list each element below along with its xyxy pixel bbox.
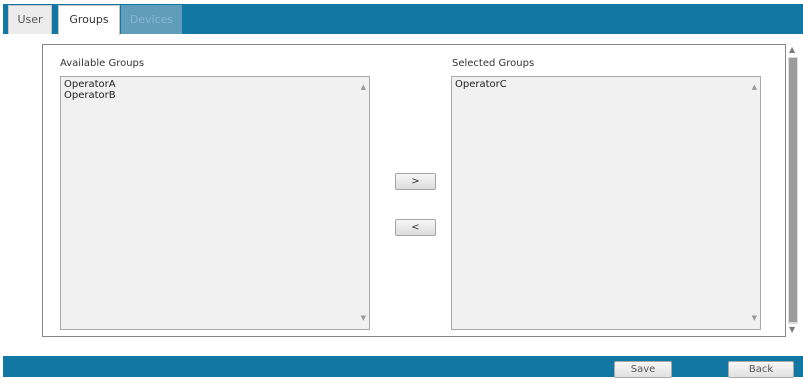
tab-groups[interactable]: Groups xyxy=(58,5,120,35)
add-group-button[interactable]: > xyxy=(395,173,436,190)
selected-groups-label: Selected Groups xyxy=(452,58,535,69)
selected-groups-list[interactable]: OperatorC ▲ ▼ xyxy=(451,76,761,330)
available-groups-list[interactable]: OperatorA OperatorB ▲ ▼ xyxy=(60,76,370,330)
groups-panel: Available Groups OperatorA OperatorB ▲ ▼… xyxy=(42,44,786,337)
footer-bar xyxy=(3,356,803,377)
scroll-up-icon[interactable]: ▲ xyxy=(752,82,757,93)
tab-user[interactable]: User xyxy=(8,5,52,34)
available-groups-label: Available Groups xyxy=(60,58,145,69)
tab-devices: Devices xyxy=(121,5,182,34)
back-button[interactable]: Back xyxy=(728,361,794,378)
scroll-down-icon[interactable]: ▼ xyxy=(361,313,366,324)
scroll-up-icon[interactable]: ▲ xyxy=(361,82,366,93)
scroll-down-icon[interactable]: ▼ xyxy=(789,325,795,334)
scroll-up-icon[interactable]: ▲ xyxy=(789,45,795,54)
page-scrollbar[interactable]: ▲ ▼ xyxy=(786,44,800,337)
list-item[interactable]: OperatorA xyxy=(64,79,366,90)
remove-group-button[interactable]: < xyxy=(395,219,436,236)
scroll-thumb[interactable] xyxy=(789,58,797,322)
save-button[interactable]: Save xyxy=(614,361,672,378)
list-item[interactable]: OperatorC xyxy=(455,79,757,90)
scroll-down-icon[interactable]: ▼ xyxy=(752,313,757,324)
list-item[interactable]: OperatorB xyxy=(64,90,366,101)
